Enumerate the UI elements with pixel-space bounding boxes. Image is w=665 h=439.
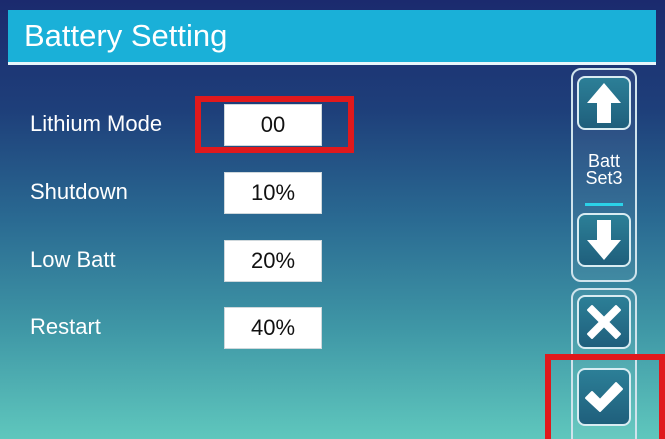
- shutdown-field[interactable]: 10%: [224, 172, 322, 214]
- low-batt-field[interactable]: 20%: [224, 240, 322, 282]
- close-icon: [587, 305, 621, 339]
- page-down-button[interactable]: [577, 213, 631, 267]
- battery-setting-screen: Battery Setting Lithium Mode 00 Shutdown…: [0, 0, 665, 439]
- page-label-line2: Set3: [585, 168, 623, 188]
- cancel-button[interactable]: [577, 295, 631, 349]
- arrow-up-icon: [587, 83, 621, 123]
- title-bar: Battery Setting: [8, 10, 656, 65]
- shutdown-label: Shutdown: [30, 179, 128, 204]
- restart-label: Restart: [30, 314, 101, 339]
- arrow-down-icon: [587, 220, 621, 260]
- restart-field[interactable]: 40%: [224, 307, 322, 349]
- lithium-mode-label: Lithium Mode: [30, 111, 163, 136]
- page-indicator: Batt Set3: [571, 152, 637, 188]
- low-batt-label: Low Batt: [30, 247, 116, 272]
- page-indicator-underline: [585, 203, 623, 206]
- confirm-highlight: [545, 354, 665, 439]
- page-title: Battery Setting: [24, 18, 228, 53]
- page-up-button[interactable]: [577, 76, 631, 130]
- lithium-mode-highlight: [195, 96, 354, 153]
